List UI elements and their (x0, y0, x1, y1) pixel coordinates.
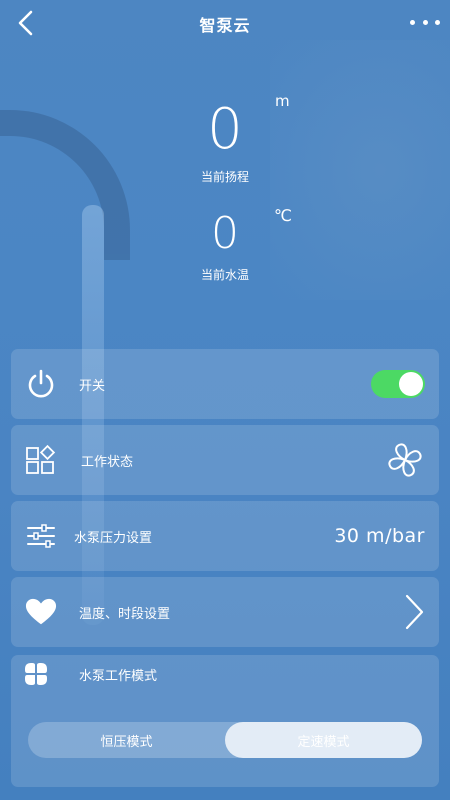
app-header: 智泵云 (0, 0, 450, 48)
mode-segmented-control: 恒压模式 定速模式 (28, 722, 422, 758)
schedule-label: 温度、时段设置 (79, 606, 171, 622)
power-switch[interactable] (371, 370, 425, 398)
head-label: 当前扬程 (200, 170, 249, 184)
temperature-label: 当前水温 (200, 268, 249, 282)
current-head-readout: 0 当前扬程 (0, 102, 450, 185)
clover-icon (23, 661, 49, 687)
more-dots-icon (410, 19, 415, 25)
fan-icon (388, 443, 422, 477)
temperature-unit: ℃ (274, 206, 292, 225)
status-card: 工作状态 (11, 425, 439, 495)
mode-option-constant-pressure[interactable]: 恒压模式 (28, 722, 225, 758)
switch-knob (399, 372, 423, 396)
sliders-icon (25, 520, 57, 552)
pressure-label: 水泵压力设置 (74, 530, 153, 546)
mode-option-fixed-speed[interactable]: 定速模式 (225, 722, 422, 758)
power-label: 开关 (79, 378, 106, 394)
power-card: 开关 (11, 349, 439, 419)
heart-icon (25, 596, 57, 628)
current-temperature-readout: 0 当前水温 (0, 212, 450, 283)
schedule-card[interactable]: 温度、时段设置 (11, 577, 439, 647)
chevron-left-icon (18, 10, 33, 36)
back-button[interactable] (12, 8, 38, 38)
status-label: 工作状态 (81, 454, 134, 470)
temperature-value: 0 (211, 208, 239, 259)
page-title: 智泵云 (199, 16, 251, 35)
grid-shapes-icon (25, 444, 57, 476)
chevron-right-icon (405, 594, 424, 630)
head-unit: m (275, 92, 290, 110)
pressure-value: 30 m/bar (334, 525, 425, 547)
power-icon (25, 368, 57, 400)
pressure-card[interactable]: 水泵压力设置 30 m/bar (11, 501, 439, 571)
mode-label: 水泵工作模式 (79, 668, 158, 684)
mode-card: 水泵工作模式 恒压模式 定速模式 (11, 655, 439, 787)
more-button[interactable] (410, 12, 440, 32)
head-value: 0 (207, 97, 243, 162)
